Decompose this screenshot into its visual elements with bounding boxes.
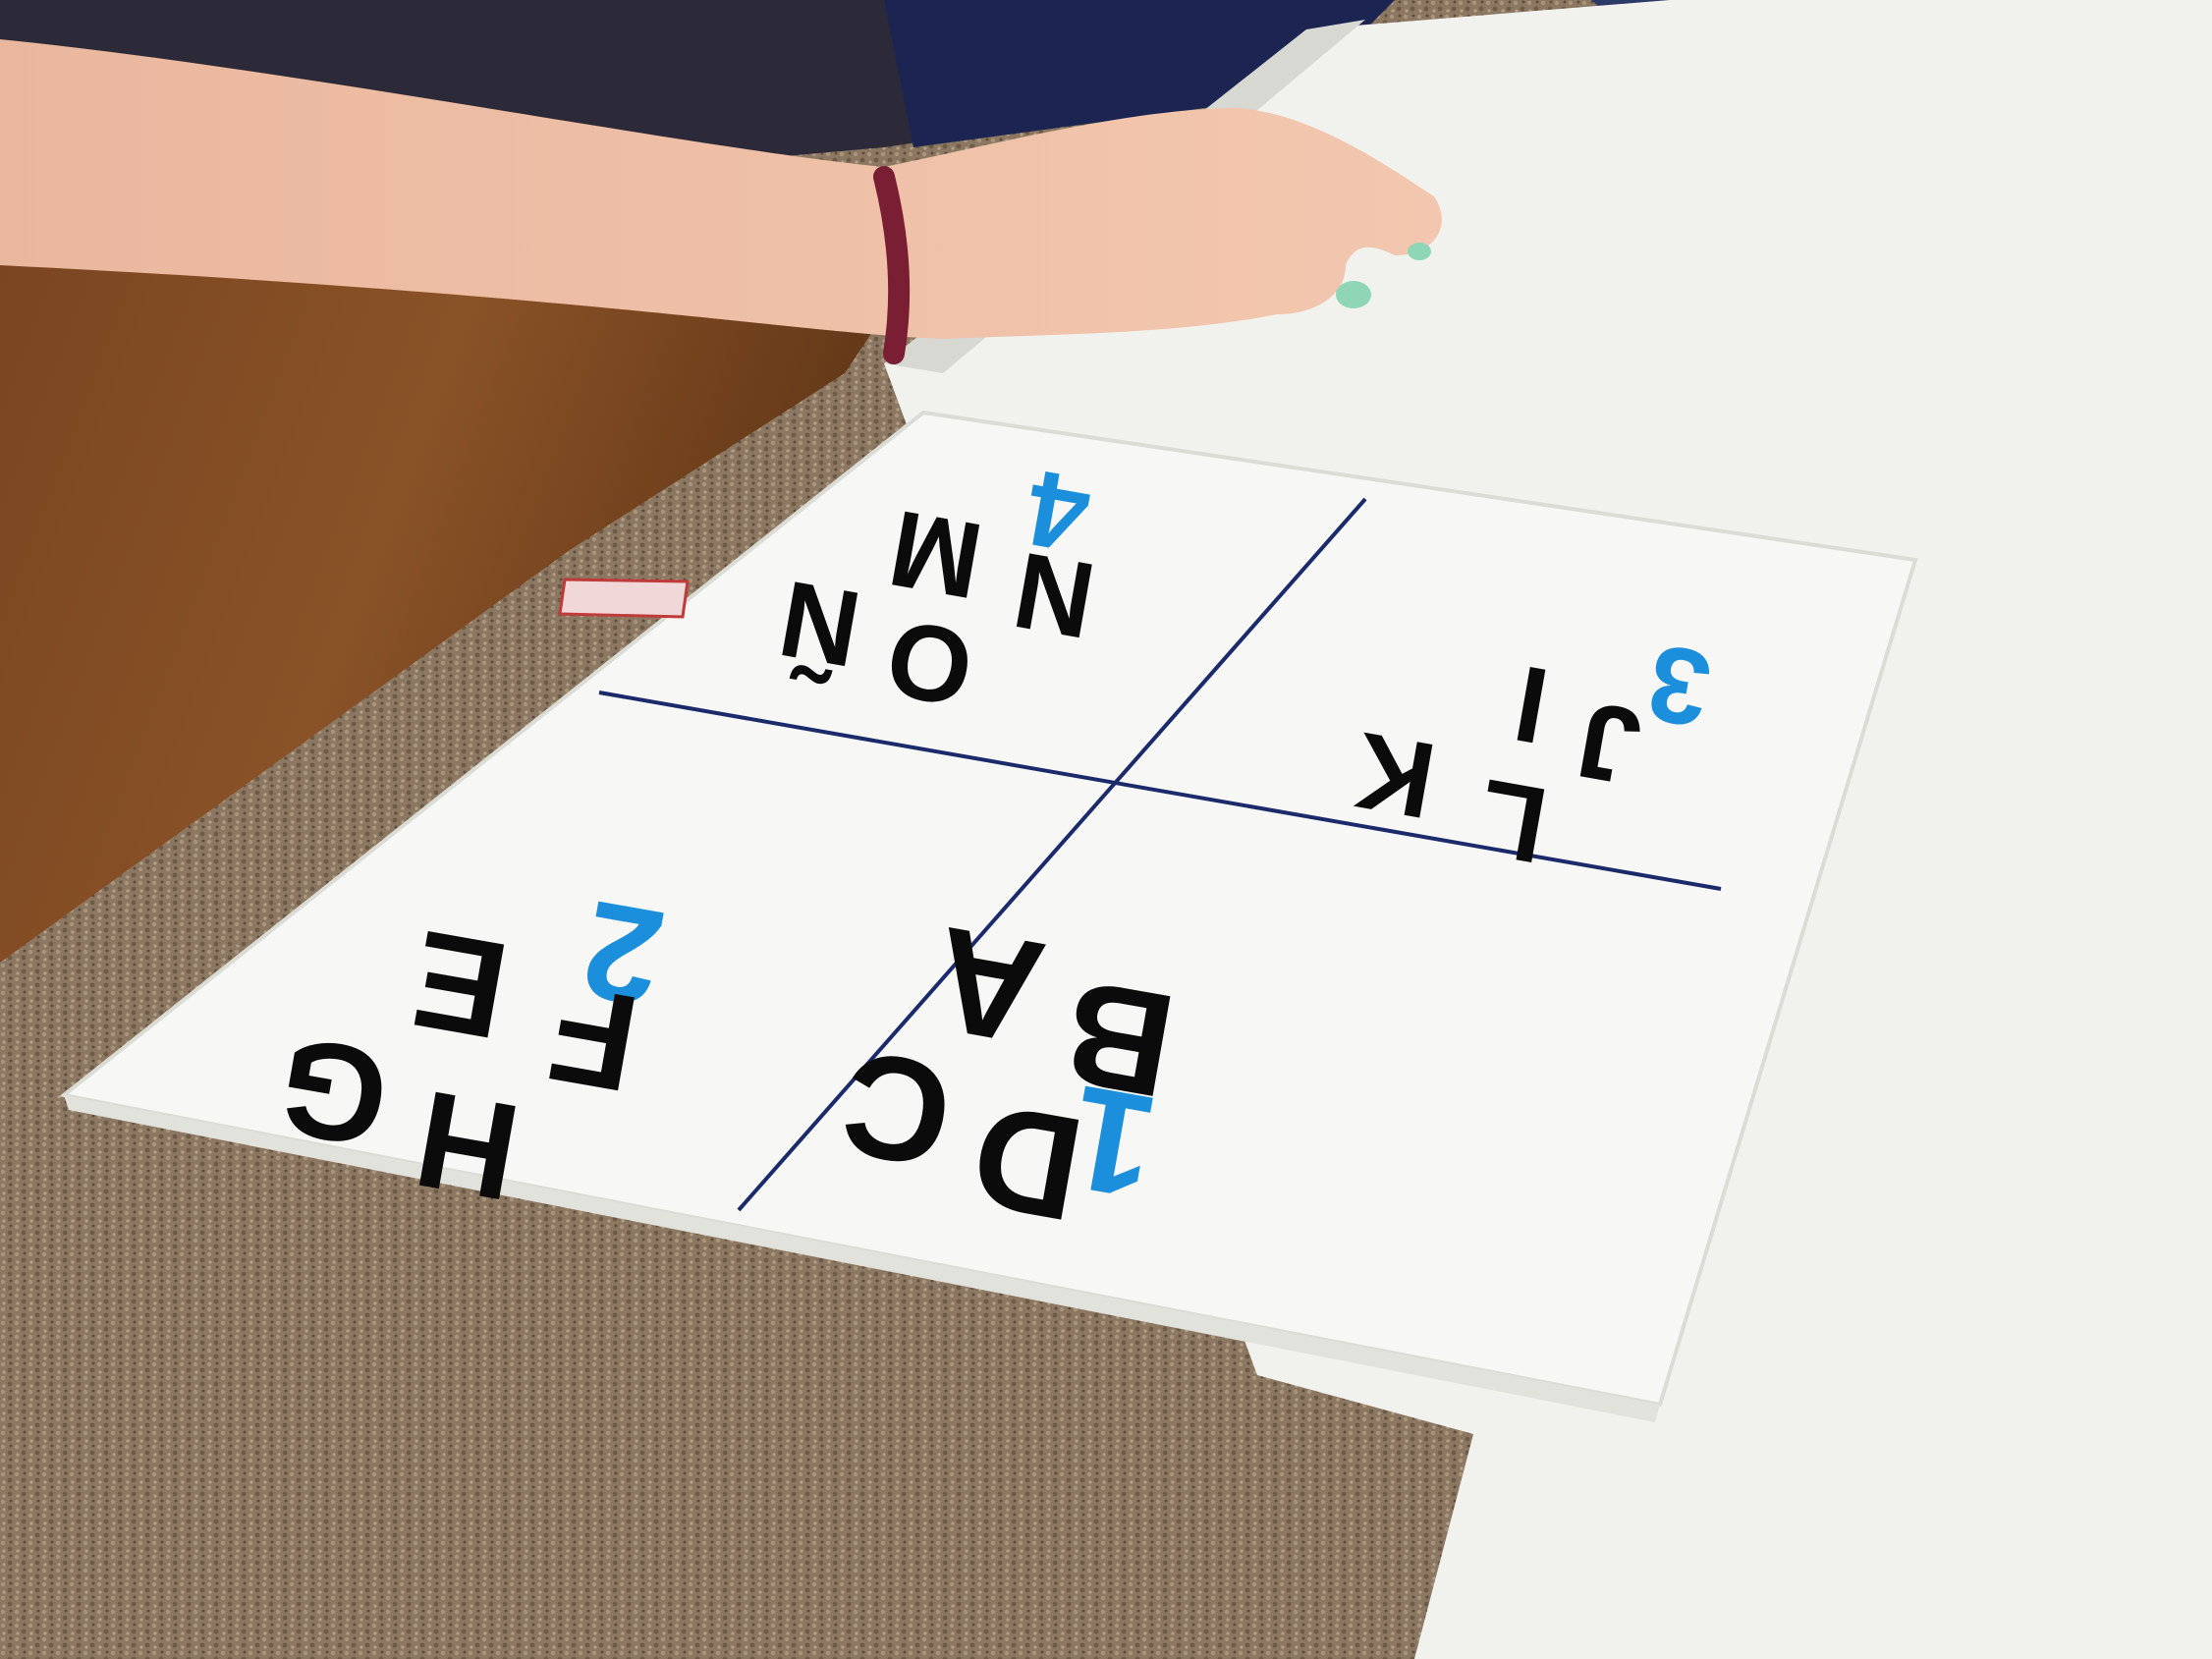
scene-svg: 1 A B C D 2 E F G H 3 I J K L 4 M N Ñ O [0,0,2212,1659]
fingernail [1336,281,1371,308]
tape-piece [558,578,690,619]
photo-scene: 1 A B C D 2 E F G H 3 I J K L 4 M N Ñ O [0,0,2212,1659]
fingernail-2 [1408,243,1431,260]
